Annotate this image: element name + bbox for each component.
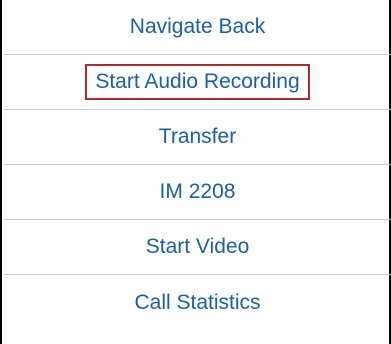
im-label: IM 2208 (159, 180, 236, 203)
transfer-button[interactable]: Transfer (4, 110, 391, 165)
action-menu: Navigate Back Start Audio Recording Tran… (4, 0, 391, 330)
action-sheet-frame: Navigate Back Start Audio Recording Tran… (0, 0, 391, 344)
start-video-button[interactable]: Start Video (4, 220, 391, 275)
navigate-back-label: Navigate Back (129, 15, 266, 38)
transfer-label: Transfer (158, 125, 237, 148)
start-audio-recording-button[interactable]: Start Audio Recording (4, 55, 391, 110)
im-button[interactable]: IM 2208 (4, 165, 391, 220)
start-audio-recording-label: Start Audio Recording (85, 64, 310, 100)
call-statistics-label: Call Statistics (134, 290, 261, 314)
call-statistics-button[interactable]: Call Statistics (4, 275, 391, 330)
navigate-back-button[interactable]: Navigate Back (4, 0, 391, 55)
start-video-label: Start Video (145, 235, 250, 258)
